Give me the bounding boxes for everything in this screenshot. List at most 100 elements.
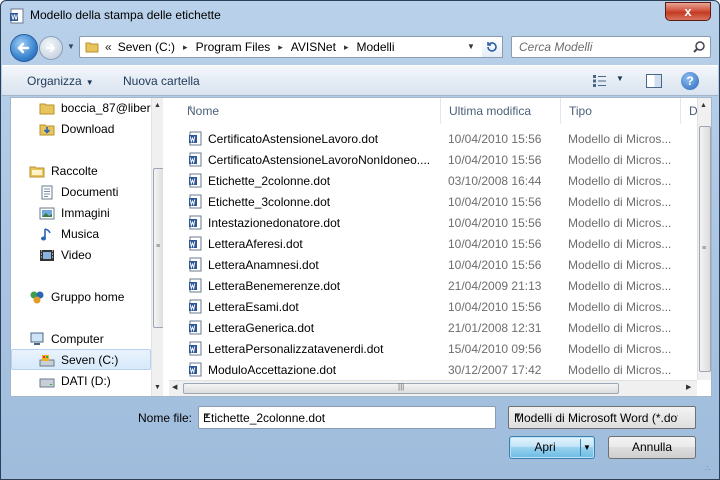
nav-item-immagini[interactable]: Immagini — [11, 203, 151, 224]
column-header-modified[interactable]: Ultima modifica — [441, 98, 561, 124]
open-button[interactable]: Apri ▼ — [509, 436, 595, 459]
file-row[interactable]: Intestazionedonatore.dot 10/04/2010 15:56… — [169, 212, 699, 233]
column-header-type[interactable]: Tipo — [561, 98, 681, 124]
scrollbar-thumb[interactable]: ||| — [183, 382, 619, 394]
navigation-pane[interactable]: boccia_87@libero Download Raccolte Docum… — [11, 98, 163, 396]
file-type: Modello di Micros... — [568, 237, 672, 251]
scroll-down-arrow-icon[interactable]: ▼ — [154, 384, 161, 391]
file-name: LetteraPersonalizzatavenerdi.dot — [208, 342, 384, 356]
organize-menu[interactable]: Organizza ▼ — [27, 74, 94, 88]
file-row[interactable]: LetteraBenemerenze.dot 21/04/2009 21:13 Mo… — [169, 275, 699, 296]
file-row[interactable]: LetteraGenerica.dot 21/01/2008 12:31 Model… — [169, 317, 699, 338]
word-template-icon — [189, 131, 202, 146]
word-template-icon — [189, 362, 202, 377]
file-row[interactable]: LetteraEsami.dot 10/04/2010 15:56 Modello … — [169, 296, 699, 317]
breadcrumb-avisnet[interactable]: AVISNet — [291, 40, 336, 54]
breadcrumb-modelli[interactable]: Modelli — [356, 40, 394, 54]
pictures-icon — [39, 207, 55, 220]
word-template-icon — [189, 341, 202, 356]
breadcrumb-separator[interactable]: ▸ — [278, 42, 283, 53]
file-row[interactable]: Etichette_2colonne.dot 03/10/2008 16:44 Mo… — [169, 170, 699, 191]
nav-item-user-folder[interactable]: boccia_87@libero — [11, 98, 157, 119]
new-folder-button[interactable]: Nuova cartella — [123, 74, 200, 88]
nav-item-seven-c[interactable]: Seven (C:) — [11, 349, 151, 370]
filename-label: Nome file: — [138, 411, 193, 425]
filename-field[interactable]: Etichette_2colonne.dot ▼ — [198, 406, 496, 429]
breadcrumb-separator[interactable]: ▸ — [344, 42, 349, 53]
file-modified: 21/01/2008 12:31 — [448, 321, 542, 335]
open-options-dropdown[interactable]: ▼ — [583, 437, 591, 458]
file-row[interactable]: LetteraPersonalizzatavenerdi.dot 15/04/20… — [169, 338, 699, 359]
file-name: LetteraGenerica.dot — [208, 321, 315, 335]
nav-item-label: Computer — [51, 332, 104, 346]
file-type: Modello di Micros... — [568, 132, 672, 146]
file-name: Etichette_2colonne.dot — [208, 174, 331, 188]
help-button[interactable]: ? — [681, 72, 699, 90]
breadcrumb-separator[interactable]: ▸ — [183, 42, 188, 53]
scroll-right-arrow-icon[interactable]: ▶ — [686, 383, 691, 391]
recent-pages-dropdown[interactable]: ▼ — [66, 41, 76, 53]
file-list[interactable]: Nome ▲ Ultima modifica Tipo D Certificat… — [169, 98, 711, 396]
nav-scrollbar[interactable]: ▲ ≡ ▼ — [151, 98, 163, 396]
file-row[interactable]: LetteraAferesi.dot 10/04/2010 15:56 Modell… — [169, 233, 699, 254]
nav-item-gruppo-home[interactable]: Gruppo home — [11, 287, 151, 308]
forward-arrow-icon — [46, 44, 56, 52]
close-button[interactable]: x — [665, 2, 711, 21]
nav-item-raccolte[interactable]: Raccolte — [11, 161, 151, 182]
scroll-left-arrow-icon[interactable]: ◀ — [172, 383, 177, 391]
word-template-icon — [189, 215, 202, 230]
file-open-dialog: W Modello della stampa delle etichette x… — [0, 0, 720, 480]
nav-item-documenti[interactable]: Documenti — [11, 182, 151, 203]
file-row[interactable]: Etichette_3colonne.dot 10/04/2010 15:56 Mo… — [169, 191, 699, 212]
address-bar[interactable]: « Seven (C:) ▸ Program Files ▸ AVISNet ▸… — [79, 36, 503, 58]
chevron-down-icon[interactable]: ▼ — [203, 411, 211, 420]
file-row[interactable]: LetteraAnamnesi.dot 10/04/2010 15:56 Model… — [169, 254, 699, 275]
refresh-button[interactable] — [482, 36, 503, 58]
back-button[interactable] — [10, 34, 38, 62]
view-options-icon[interactable] — [592, 74, 608, 88]
drive-icon — [39, 378, 55, 388]
file-list-horizontal-scrollbar[interactable]: ◀ ||| ▶ — [169, 380, 697, 396]
file-modified: 15/04/2010 09:56 — [448, 342, 542, 356]
file-type: Modello di Micros... — [568, 258, 672, 272]
chevron-down-icon: ▼ — [85, 78, 94, 87]
word-template-icon — [189, 173, 202, 188]
word-template-icon — [189, 278, 202, 293]
file-type: Modello di Micros... — [568, 321, 672, 335]
file-row[interactable]: CertificatoAstensioneLavoroNonIdoneo....… — [169, 149, 699, 170]
address-dropdown[interactable]: ▼ — [463, 37, 479, 57]
nav-item-download[interactable]: Download — [11, 119, 151, 140]
chevron-down-icon[interactable]: ▼ — [514, 411, 678, 420]
file-name: ModuloAccettazione.dot — [208, 363, 337, 377]
file-type-select[interactable]: Modelli di Microsoft Word (*.dot) ▼ — [508, 406, 696, 429]
scrollbar-thumb[interactable]: ≡ — [153, 168, 163, 328]
column-header-name[interactable]: Nome ▲ — [179, 98, 441, 124]
scroll-up-arrow-icon[interactable]: ▲ — [154, 102, 161, 109]
search-input[interactable]: Cerca Modelli — [519, 40, 592, 54]
filename-value[interactable]: Etichette_2colonne.dot — [203, 411, 325, 425]
nav-item-computer[interactable]: Computer — [11, 329, 151, 350]
breadcrumb-overflow[interactable]: « — [105, 40, 112, 54]
nav-item-label: Download — [61, 122, 115, 136]
view-dropdown[interactable]: ▼ — [616, 74, 624, 83]
scroll-up-arrow-icon[interactable]: ▲ — [700, 102, 707, 109]
browser-area: boccia_87@libero Download Raccolte Docum… — [10, 97, 712, 397]
file-row[interactable]: CertificatoAstensioneLavoro.dot 10/04/201… — [169, 128, 699, 149]
folder-icon — [39, 103, 55, 115]
resize-grip-icon[interactable]: ∴ — [705, 465, 717, 479]
nav-item-video[interactable]: Video — [11, 245, 151, 266]
file-row[interactable]: ModuloAccettazione.dot 30/12/2007 17:42 Mo… — [169, 359, 699, 380]
cancel-button[interactable]: Annulla — [608, 436, 696, 459]
scrollbar-thumb[interactable]: ≡ — [699, 126, 711, 372]
forward-button[interactable] — [39, 36, 63, 60]
nav-item-dati-d[interactable]: DATI (D:) — [11, 371, 151, 392]
search-icon — [693, 41, 705, 53]
grip-icon: ≡ — [156, 243, 161, 250]
breadcrumb-program-files[interactable]: Program Files — [196, 40, 271, 54]
nav-item-label: Raccolte — [51, 164, 98, 178]
nav-item-musica[interactable]: Musica — [11, 224, 151, 245]
search-box[interactable]: Cerca Modelli — [511, 36, 711, 58]
breadcrumb-drive[interactable]: Seven (C:) — [118, 40, 175, 54]
file-list-vertical-scrollbar[interactable]: ▲ ≡ — [697, 98, 711, 380]
preview-pane-icon[interactable] — [646, 74, 662, 88]
